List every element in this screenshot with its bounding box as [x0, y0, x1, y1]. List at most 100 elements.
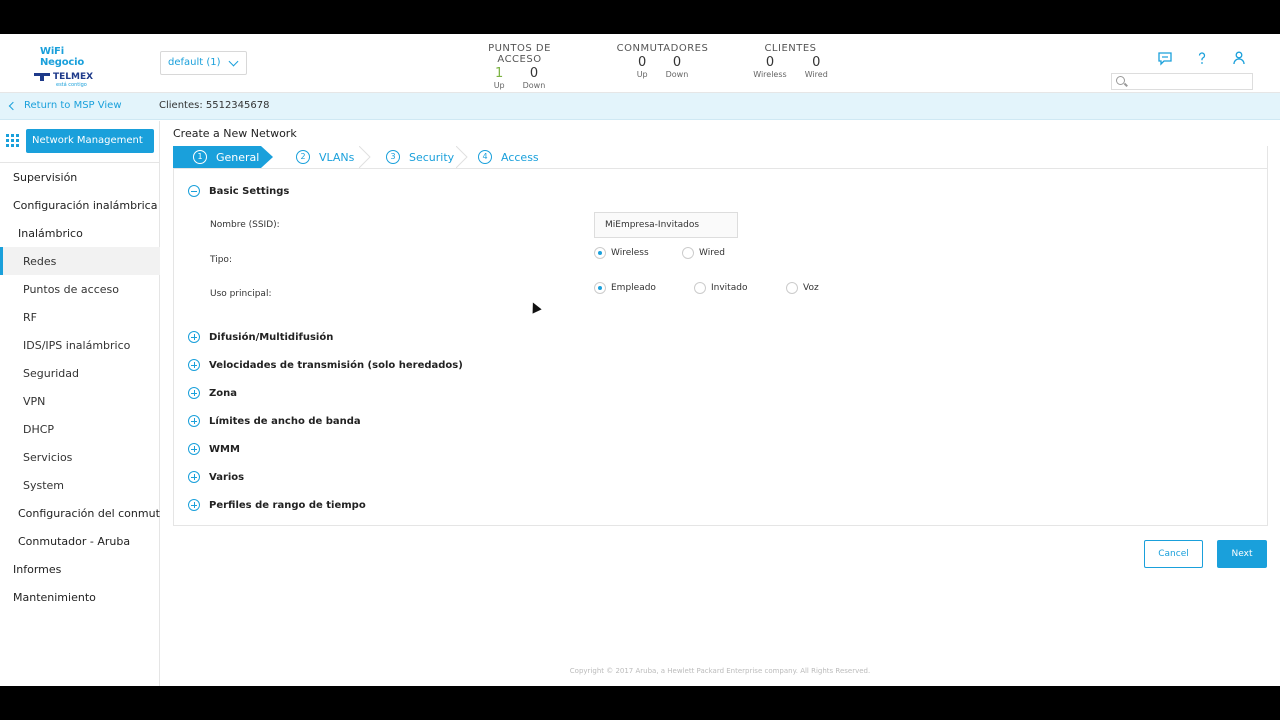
expand-icon: [188, 443, 200, 455]
radio-label: Wired: [699, 248, 725, 258]
sidebar-item-vpn[interactable]: VPN: [0, 387, 160, 415]
expand-icon: [188, 359, 200, 371]
step-number: 2: [296, 150, 310, 164]
sidebar-item-switch-config[interactable]: Configuración del conmutador: [0, 499, 160, 527]
radio-selected-icon: [594, 247, 606, 259]
collapse-icon: [188, 185, 200, 197]
sidebar-item-services[interactable]: Servicios: [0, 443, 160, 471]
radio-label: Empleado: [611, 283, 656, 293]
section-title: Perfiles de rango de tiempo: [209, 499, 366, 511]
step-label: Security: [409, 150, 455, 164]
sidebar: Network Management Supervisión Configura…: [0, 121, 160, 686]
return-to-msp-link[interactable]: Return to MSP View: [8, 100, 122, 111]
sidebar-item-maintenance[interactable]: Mantenimiento: [0, 583, 160, 611]
group-selector[interactable]: default (1): [160, 51, 247, 75]
network-management-button[interactable]: Network Management: [26, 129, 154, 153]
step-general[interactable]: 1 General: [173, 146, 261, 168]
sidebar-item-security[interactable]: Seguridad: [0, 359, 160, 387]
logo-brand-text: WiFi Negocio: [40, 46, 85, 68]
context-bar: Return to MSP View Clientes: 5512345678: [0, 93, 1280, 120]
stat-value: 0: [765, 55, 775, 70]
app-grid-icon[interactable]: [6, 134, 19, 147]
next-button[interactable]: Next: [1217, 540, 1267, 568]
sidebar-item-wireless[interactable]: Inalámbrico: [0, 219, 160, 247]
section-basic-settings[interactable]: Basic Settings: [188, 185, 289, 197]
sidebar-item-supervision[interactable]: Supervisión: [0, 163, 160, 191]
help-icon[interactable]: [1194, 50, 1210, 66]
radio-label: Wireless: [611, 248, 649, 258]
stat-title: PUNTOS DE ACCESO: [488, 43, 551, 65]
step-security[interactable]: 3 Security: [386, 146, 454, 168]
radio-usage-voice[interactable]: Voz: [786, 282, 819, 294]
stat-label: Down: [665, 70, 689, 79]
cancel-button[interactable]: Cancel: [1144, 540, 1203, 568]
sidebar-item-rf[interactable]: RF: [0, 303, 160, 331]
client-id-label: Clientes: 5512345678: [159, 100, 270, 111]
section-title: Basic Settings: [209, 185, 290, 197]
stat-value: 0: [638, 55, 647, 70]
sidebar-item-dhcp[interactable]: DHCP: [0, 415, 160, 443]
sidebar-item-networks[interactable]: Redes: [0, 247, 160, 275]
stat-label: Down: [522, 81, 546, 90]
step-access[interactable]: 4 Access: [478, 146, 539, 168]
radio-usage-guest[interactable]: Invitado: [694, 282, 747, 294]
sidebar-item-ids-ips[interactable]: IDS/IPS inalámbrico: [0, 331, 160, 359]
stat-value: 0: [672, 55, 682, 70]
search-icon: [1116, 76, 1125, 85]
app-window: WiFi Negocio TELMEX está contigo default…: [0, 34, 1280, 686]
section-transmission-rates[interactable]: Velocidades de transmisión (solo heredad…: [188, 359, 463, 371]
section-bandwidth-limits[interactable]: Límites de ancho de banda: [188, 415, 361, 427]
chevron-down-icon: [228, 56, 239, 67]
chat-icon[interactable]: [1157, 50, 1173, 66]
radio-unselected-icon: [682, 247, 694, 259]
section-title: Zona: [209, 387, 237, 399]
group-selector-value: default (1): [168, 57, 221, 68]
sidebar-item-access-points[interactable]: Puntos de acceso: [0, 275, 160, 303]
step-arrow-icon: [261, 146, 273, 168]
expand-icon: [188, 471, 200, 483]
sidebar-item-system[interactable]: System: [0, 471, 160, 499]
section-title: Varios: [209, 471, 245, 483]
top-header: WiFi Negocio TELMEX está contigo default…: [0, 34, 1280, 93]
radio-type-wired[interactable]: Wired: [682, 247, 725, 259]
section-zone[interactable]: Zona: [188, 387, 237, 399]
radio-usage-employee[interactable]: Empleado: [594, 282, 656, 294]
chevron-left-icon: [8, 101, 18, 110]
section-misc[interactable]: Varios: [188, 471, 244, 483]
section-broadcast-multicast[interactable]: Difusión/Multidifusión: [188, 331, 333, 343]
step-number: 3: [386, 150, 400, 164]
logo-company: TELMEX: [34, 72, 104, 82]
step-number: 4: [478, 150, 492, 164]
stat-label: Up: [493, 81, 505, 90]
wizard-panel: [173, 146, 1268, 526]
sidebar-item-reports[interactable]: Informes: [0, 555, 160, 583]
stat-title: CONMUTADORES: [616, 43, 709, 54]
section-time-range-profiles[interactable]: Perfiles de rango de tiempo: [188, 499, 366, 511]
ssid-label: Nombre (SSID):: [210, 220, 280, 230]
search-input[interactable]: [1111, 73, 1253, 90]
stat-switches[interactable]: CONMUTADORES 0 Up 0 Down: [615, 43, 710, 79]
expand-icon: [188, 499, 200, 511]
radio-type-wireless[interactable]: Wireless: [594, 247, 649, 259]
radio-unselected-icon: [694, 282, 706, 294]
user-icon[interactable]: [1231, 50, 1247, 66]
stat-clients[interactable]: CLIENTES 0 Wireless 0 Wired: [748, 43, 833, 79]
section-title: Velocidades de transmisión (solo heredad…: [209, 359, 463, 371]
section-title: WMM: [209, 443, 240, 455]
radio-unselected-icon: [786, 282, 798, 294]
expand-icon: [188, 331, 200, 343]
sidebar-item-wireless-config[interactable]: Configuración inalámbrica: [0, 191, 160, 219]
section-title: Difusión/Multidifusión: [209, 331, 334, 343]
sidebar-item-aruba-switch[interactable]: Conmutador - Aruba: [0, 527, 160, 555]
brand-logo[interactable]: WiFi Negocio TELMEX está contigo: [34, 46, 104, 88]
stat-value: 1: [495, 66, 504, 81]
section-wmm[interactable]: WMM: [188, 443, 240, 455]
step-vlans[interactable]: 2 VLANs: [296, 146, 354, 168]
stat-value: 0: [812, 55, 821, 70]
step-arrow-icon: [359, 146, 371, 168]
ssid-input[interactable]: [594, 212, 738, 238]
stat-access-points[interactable]: PUNTOS DE ACCESO 1 Up 0 Down: [467, 43, 572, 90]
stat-label: Wired: [804, 70, 828, 79]
step-number: 1: [193, 150, 207, 164]
telmex-logo-icon: [34, 73, 50, 81]
